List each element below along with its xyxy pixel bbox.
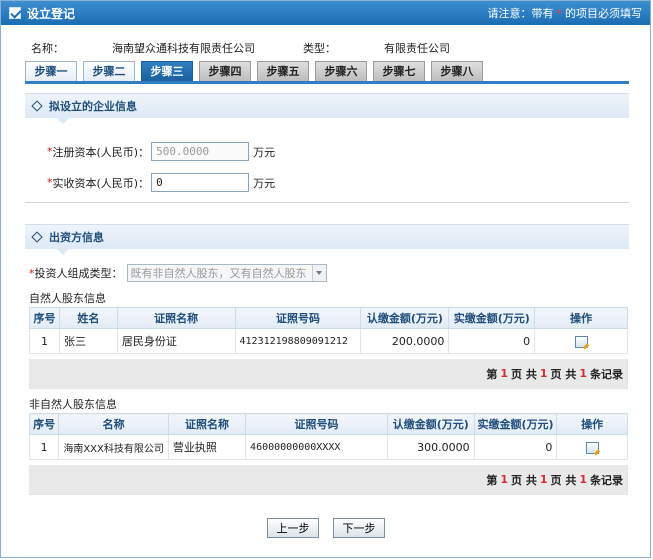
company-type: 类型： 有限责任公司: [303, 42, 450, 55]
chevron-down-icon[interactable]: [311, 265, 326, 281]
section-investor-info: 出资方信息: [25, 224, 629, 255]
required-star-icon: *: [556, 7, 563, 20]
paidin-capital-label: 实收资本(人民币)：: [52, 176, 150, 190]
natural-pager: 第1页 共1页 共 1 条记录: [29, 359, 628, 389]
required-notice: 请注意：带有 * 的项目必须填写: [487, 7, 643, 20]
investor-type-select[interactable]: 既有非自然人股东，又有自然人股东: [126, 264, 327, 282]
cell-cert: 营业执照: [167, 434, 247, 460]
natural-shareholders-caption: 自然人股东信息: [29, 292, 106, 305]
col-header: 姓名: [58, 307, 118, 329]
title-bar: 设立登记 请注意：带有 * 的项目必须填写: [1, 1, 650, 25]
investor-type-label: 投资人组成类型：: [34, 267, 123, 280]
cell-subscribed: 200.0000: [360, 328, 450, 354]
col-header: 证照名称: [116, 307, 236, 329]
nonnatural-shareholders-caption: 非自然人股东信息: [29, 398, 117, 411]
col-header: 实缴金额(万元): [448, 307, 536, 329]
cell-subscribed: 300.0000: [386, 434, 475, 460]
tab-step-6[interactable]: 步骤六: [315, 61, 367, 82]
company-meta: 名称： 海南望众通科技有限责任公司 类型： 有限责任公司: [31, 40, 450, 56]
diamond-icon: [31, 231, 43, 243]
caret-icon: [57, 118, 69, 124]
step-tabs: 步骤一 步骤二 步骤三 步骤四 步骤五 步骤六 步骤七 步骤八: [25, 61, 483, 82]
cell-no: 1: [29, 328, 60, 354]
divider: [25, 202, 629, 203]
cell-action: [556, 434, 628, 460]
col-header: 操作: [534, 307, 628, 329]
cell-cert-no: 412312198809091212: [234, 328, 362, 354]
cell-no: 1: [28, 434, 60, 460]
section-title: 拟设立的企业信息: [49, 100, 137, 113]
col-header: 实缴金额(万元): [473, 413, 558, 435]
nonnatural-pager: 第1页 共1页 共 1 条记录: [29, 465, 628, 495]
col-header: 操作: [556, 413, 628, 435]
tab-step-1[interactable]: 步骤一: [25, 61, 77, 82]
next-step-button[interactable]: 下一步: [333, 518, 385, 538]
cell-action: [534, 328, 628, 354]
tab-step-8[interactable]: 步骤八: [431, 61, 483, 82]
natural-shareholders-table: 序号 姓名 证照名称 证照号码 认缴金额(万元) 实缴金额(万元) 操作 1 张…: [29, 307, 628, 354]
cell-cert: 居民身份证: [116, 328, 236, 354]
tab-underline: [25, 81, 629, 84]
registered-capital-unit: 万元: [253, 145, 276, 159]
caret-icon: [57, 249, 69, 255]
edit-icon[interactable]: [574, 335, 588, 348]
col-header: 认缴金额(万元): [386, 413, 475, 435]
col-header: 证照号码: [234, 307, 362, 329]
table-row: 1 张三 居民身份证 412312198809091212 200.0000 0: [29, 328, 628, 354]
nonnatural-shareholders-table: 序号 名称 证照名称 证照号码 认缴金额(万元) 实缴金额(万元) 操作 1 海…: [28, 413, 628, 460]
registration-window: 设立登记 请注意：带有 * 的项目必须填写 名称： 海南望众通科技有限责任公司 类型：有…: [0, 0, 651, 558]
section-title: 出资方信息: [49, 231, 104, 244]
investor-type-value: 既有非自然人股东，又有自然人股东: [130, 267, 307, 280]
cell-paid: 0: [448, 328, 536, 354]
table-row: 1 海南XXX科技有限公司 营业执照 46000000000XXXX 300.0…: [28, 434, 628, 460]
paidin-capital-row: * 实收资本(人民币)： 万元: [47, 173, 275, 192]
col-header: 证照名称: [167, 413, 247, 435]
col-header: 证照号码: [245, 413, 388, 435]
section-enterprise-info: 拟设立的企业信息: [25, 93, 629, 124]
col-header: 序号: [29, 307, 60, 329]
edit-icon[interactable]: [585, 441, 599, 454]
registered-capital-input[interactable]: [151, 142, 250, 161]
registered-capital-row: * 注册资本(人民币)： 万元: [47, 142, 275, 161]
col-header: 名称: [58, 413, 169, 435]
col-header: 序号: [28, 413, 60, 435]
cell-name: 张三: [58, 328, 118, 354]
checkbox-icon: [9, 7, 21, 19]
cell-cert-no: 46000000000XXXX: [245, 434, 388, 460]
company-name: 名称： 海南望众通科技有限责任公司: [31, 42, 255, 55]
window-title: 设立登记: [27, 6, 76, 21]
prev-step-button[interactable]: 上一步: [267, 518, 319, 538]
diamond-icon: [31, 100, 43, 112]
table-header-row: 序号 姓名 证照名称 证照号码 认缴金额(万元) 实缴金额(万元) 操作: [29, 307, 628, 329]
tab-step-4[interactable]: 步骤四: [199, 61, 251, 82]
paidin-capital-unit: 万元: [253, 176, 276, 190]
table-header-row: 序号 名称 证照名称 证照号码 认缴金额(万元) 实缴金额(万元) 操作: [28, 413, 628, 435]
tab-step-3[interactable]: 步骤三: [141, 61, 193, 82]
tab-step-7[interactable]: 步骤七: [373, 61, 425, 82]
cell-paid: 0: [473, 434, 558, 460]
col-header: 认缴金额(万元): [360, 307, 450, 329]
tab-step-5[interactable]: 步骤五: [257, 61, 309, 82]
registered-capital-label: 注册资本(人民币)：: [52, 145, 150, 159]
cell-name: 海南XXX科技有限公司: [58, 434, 169, 460]
investor-type-row: * 投资人组成类型： 既有非自然人股东，又有自然人股东: [29, 264, 327, 282]
paidin-capital-input[interactable]: [151, 173, 250, 192]
tab-step-2[interactable]: 步骤二: [83, 61, 135, 82]
